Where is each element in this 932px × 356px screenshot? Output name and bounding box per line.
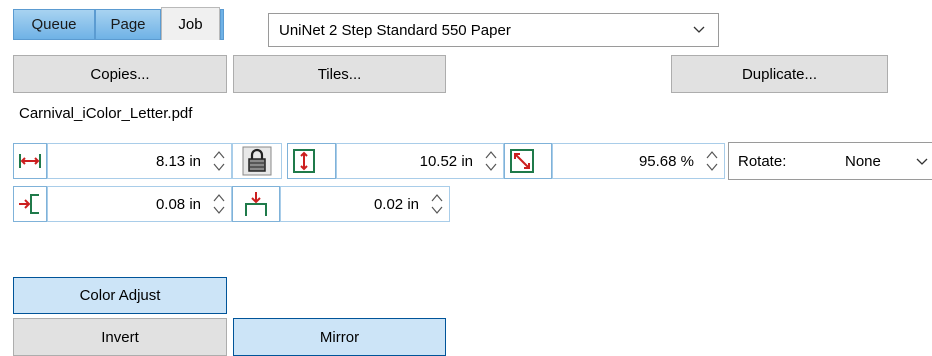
top-offset-spinner-icon[interactable]	[429, 190, 445, 218]
width-field[interactable]: 8.13 in	[47, 143, 232, 179]
color-adjust-label: Color Adjust	[79, 287, 161, 304]
chevron-down-icon	[916, 158, 928, 165]
tab-page[interactable]: Page	[95, 9, 161, 40]
rotate-value: None	[845, 152, 881, 170]
paper-dropdown-value: UniNet 2 Step Standard 550 Paper	[279, 21, 511, 39]
left-offset-spinner-icon[interactable]	[211, 190, 227, 218]
chevron-down-icon	[693, 26, 705, 33]
duplicate-button[interactable]: Duplicate...	[671, 55, 888, 93]
job-filename: Carnival_iColor_Letter.pdf	[19, 105, 193, 122]
invert-button[interactable]: Invert	[13, 318, 227, 356]
height-arrows-icon	[293, 149, 315, 173]
top-offset-value: 0.02 in	[373, 195, 419, 213]
mirror-button[interactable]: Mirror	[233, 318, 446, 356]
left-offset-icon-cell	[13, 186, 47, 222]
width-spinner-icon[interactable]	[211, 147, 227, 175]
rotate-label: Rotate:	[738, 152, 787, 170]
tab-job[interactable]: Job	[161, 7, 220, 40]
duplicate-button-label: Duplicate...	[741, 65, 818, 83]
scale-value: 95.68 %	[638, 152, 694, 170]
tiles-button[interactable]: Tiles...	[233, 55, 446, 93]
tab-queue-label: Queue	[31, 16, 77, 33]
mirror-label: Mirror	[319, 328, 360, 346]
tab-page-label: Page	[110, 16, 146, 33]
width-arrows-icon	[19, 154, 41, 168]
left-offset-value: 0.08 in	[155, 195, 201, 213]
height-spinner-icon[interactable]	[483, 147, 499, 175]
aspect-lock-button[interactable]	[232, 143, 282, 179]
tab-strip-edge	[220, 9, 224, 40]
width-value: 8.13 in	[155, 152, 201, 170]
invert-label: Invert	[101, 328, 139, 346]
copies-button[interactable]: Copies...	[13, 55, 227, 93]
copies-button-label: Copies...	[90, 65, 150, 83]
tiles-button-label: Tiles...	[317, 65, 362, 83]
height-field[interactable]: 10.52 in	[336, 143, 504, 179]
height-value: 10.52 in	[419, 152, 473, 170]
top-offset-field[interactable]: 0.02 in	[280, 186, 450, 222]
rotate-dropdown[interactable]: Rotate: None	[728, 142, 932, 180]
tab-job-label: Job	[178, 15, 203, 33]
top-offset-icon-cell	[232, 186, 280, 222]
scale-icon-cell	[504, 143, 552, 179]
scale-field[interactable]: 95.68 %	[552, 143, 725, 179]
left-margin-icon	[19, 194, 39, 214]
tab-queue[interactable]: Queue	[13, 9, 95, 40]
top-margin-icon	[245, 192, 267, 216]
scale-spinner-icon[interactable]	[704, 147, 720, 175]
color-adjust-button[interactable]: Color Adjust	[13, 277, 227, 314]
scale-diagonal-icon	[510, 149, 534, 173]
paper-dropdown[interactable]: UniNet 2 Step Standard 550 Paper	[268, 13, 719, 47]
height-icon-cell	[287, 143, 336, 179]
width-icon-cell	[13, 143, 47, 179]
left-offset-field[interactable]: 0.08 in	[47, 186, 232, 222]
padlock-icon	[242, 146, 272, 176]
